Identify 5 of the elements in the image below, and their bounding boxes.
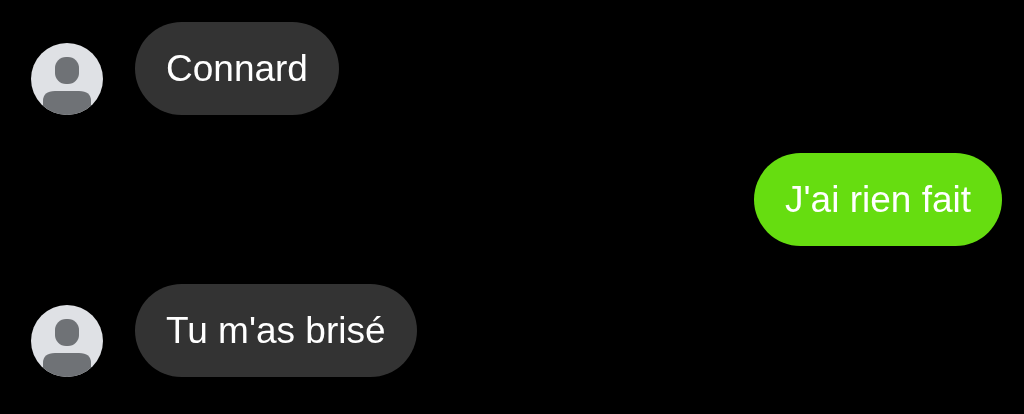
message-bubble: Connard [135,22,339,115]
avatar-icon [31,43,103,115]
message-bubble: Tu m'as brisé [135,284,417,377]
message-bubble: J'ai rien fait [754,153,1002,246]
avatar-icon [31,305,103,377]
